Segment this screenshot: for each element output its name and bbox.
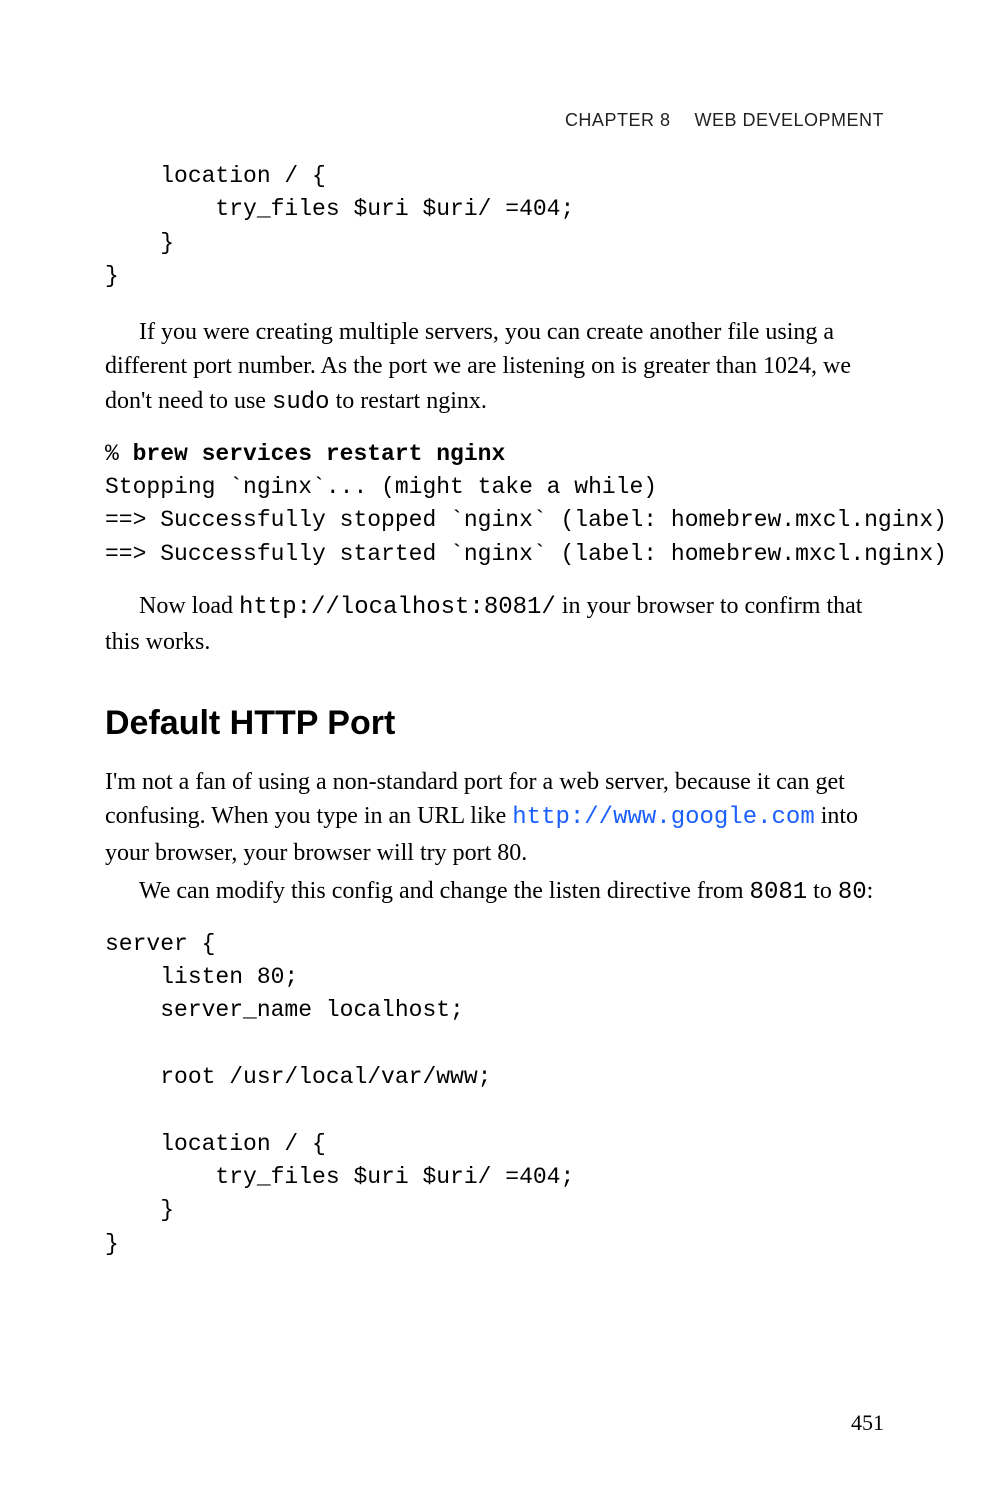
terminal-command: brew services restart nginx [133, 441, 506, 467]
inline-code-url: http://localhost:8081/ [239, 594, 556, 621]
section-heading-default-http-port: Default HTTP Port [105, 699, 884, 747]
chapter-label: Chapter 8 [565, 110, 671, 130]
inline-code-80: 80 [838, 879, 867, 906]
terminal-output: Stopping `nginx`... (might take a while)… [105, 474, 947, 567]
paragraph: I'm not a fan of using a non-standard po… [105, 765, 884, 869]
text: to restart nginx. [330, 388, 487, 414]
text: : [867, 878, 874, 904]
code-block-nginx-fragment: location / { try_files $uri $uri/ =404; … [105, 160, 884, 293]
running-header: Chapter 8 Web Development [565, 108, 884, 134]
terminal-prompt: % [105, 441, 133, 467]
page-number: 451 [851, 1407, 884, 1438]
terminal-block: % brew services restart nginx Stopping `… [105, 438, 884, 571]
book-page: Chapter 8 Web Development location / { tr… [0, 0, 989, 1500]
text: to [807, 878, 838, 904]
inline-code-8081: 8081 [750, 879, 808, 906]
text: We can modify this config and change the… [139, 878, 750, 904]
paragraph: Now load http://localhost:8081/ in your … [105, 589, 884, 659]
inline-code-sudo: sudo [272, 389, 330, 416]
link-google[interactable]: http://www.google.com [512, 804, 814, 831]
paragraph: If you were creating multiple servers, y… [105, 315, 884, 419]
text: Now load [139, 593, 239, 619]
code-block-nginx-server: server { listen 80; server_name localhos… [105, 928, 884, 1261]
chapter-title: Web Development [694, 110, 884, 130]
paragraph: We can modify this config and change the… [105, 874, 884, 910]
page-content: location / { try_files $uri $uri/ =404; … [105, 160, 884, 1261]
